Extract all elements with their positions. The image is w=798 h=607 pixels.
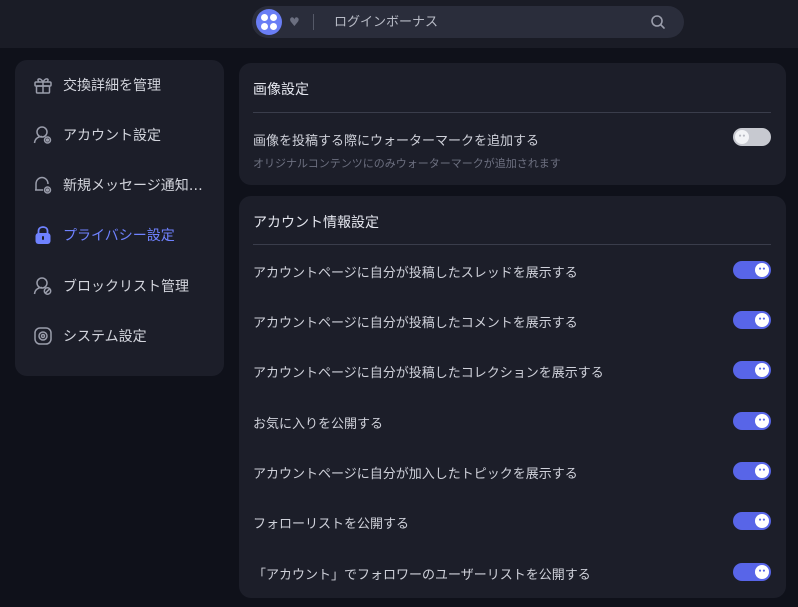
show-collections-toggle[interactable]: •• <box>733 361 771 379</box>
sidebar-item-label: ブロックリスト管理 <box>63 279 189 295</box>
setting-row-label: お気に入りを公開する <box>253 417 384 432</box>
setting-row-label: 「アカウント」でフォロワーのユーザーリストを公開する <box>253 568 591 583</box>
sidebar-item-label: 新規メッセージ通知設定 <box>63 178 213 194</box>
watermark-label: 画像を投稿する際にウォーターマークを追加する <box>253 134 540 149</box>
card-title: 画像設定 <box>253 82 309 98</box>
top-bar: ♥ <box>0 0 798 48</box>
search-divider <box>313 14 314 30</box>
sidebar-item-label: 交換詳細を管理 <box>63 78 161 94</box>
user-block-icon <box>31 274 55 298</box>
sidebar-item-account[interactable]: アカウント設定 <box>15 115 224 155</box>
account-info-card: アカウント情報設定 アカウントページに自分が投稿したスレッドを展示する •• ア… <box>239 196 786 598</box>
sidebar-item-notification[interactable]: 新規メッセージ通知設定 <box>15 165 224 205</box>
user-gear-icon <box>31 123 55 147</box>
setting-row-label: フォローリストを公開する <box>253 517 410 532</box>
setting-row-label: アカウントページに自分が加入したトピックを展示する <box>253 467 578 482</box>
sidebar-item-exchange[interactable]: 交換詳細を管理 <box>15 65 224 105</box>
bell-gear-icon <box>31 173 55 197</box>
sidebar-item-blocklist[interactable]: ブロックリスト管理 <box>15 266 224 306</box>
show-threads-toggle[interactable]: •• <box>733 261 771 279</box>
app-logo-icon[interactable] <box>256 9 282 35</box>
sidebar-item-privacy[interactable]: プライバシー設定 <box>15 215 224 255</box>
setting-row-label: アカウントページに自分が投稿したスレッドを展示する <box>253 266 578 281</box>
show-comments-toggle[interactable]: •• <box>733 311 771 329</box>
search-bar[interactable]: ♥ <box>252 6 684 38</box>
image-settings-card: 画像設定 画像を投稿する際にウォーターマークを追加する オリジナルコンテンツにの… <box>239 63 786 185</box>
watermark-toggle[interactable]: •• <box>733 128 771 146</box>
card-divider <box>253 112 771 113</box>
card-title: アカウント情報設定 <box>253 215 379 231</box>
public-followers-toggle[interactable]: •• <box>733 563 771 581</box>
sidebar-item-system[interactable]: システム設定 <box>15 316 224 356</box>
watermark-sub-text: オリジナルコンテンツにのみウォーターマークが追加されます <box>253 157 561 170</box>
gift-icon <box>31 73 55 97</box>
show-topics-toggle[interactable]: •• <box>733 462 771 480</box>
sidebar-item-label: アカウント設定 <box>63 128 161 144</box>
card-divider <box>253 244 771 245</box>
public-favorites-toggle[interactable]: •• <box>733 412 771 430</box>
public-follow-list-toggle[interactable]: •• <box>733 512 771 530</box>
search-input[interactable] <box>334 14 634 30</box>
lock-icon <box>31 223 55 247</box>
sidebar-item-label: システム設定 <box>63 329 147 345</box>
search-icon[interactable] <box>650 14 666 30</box>
setting-row-label: アカウントページに自分が投稿したコメントを展示する <box>253 316 578 331</box>
heart-icon[interactable]: ♥ <box>289 15 301 29</box>
sidebar-item-label: プライバシー設定 <box>63 228 175 244</box>
settings-sidebar: 交換詳細を管理 アカウント設定 新規メッセージ通知設定 プライバシー設定 ブロッ… <box>15 60 224 376</box>
system-gear-icon <box>31 324 55 348</box>
setting-row-label: アカウントページに自分が投稿したコレクションを展示する <box>253 366 604 381</box>
